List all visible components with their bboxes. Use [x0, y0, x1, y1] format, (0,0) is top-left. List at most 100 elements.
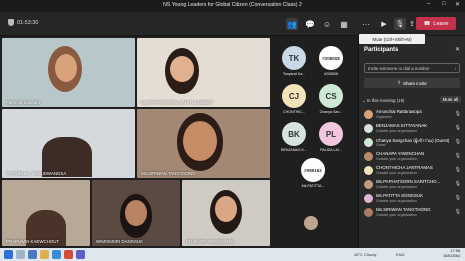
avatar-name: BENJAMAS K... — [281, 148, 307, 152]
self-preview[interactable] — [304, 216, 318, 230]
participant-row[interactable]: Ms.PAPHATSORN SARITCHO... Outside your o… — [359, 178, 465, 192]
avatar — [364, 194, 373, 203]
tile-name: CHANAPA YAWINCHAN — [186, 239, 235, 244]
minimize-icon[interactable]: – — [427, 1, 430, 7]
participant-role: Outside your organization — [376, 157, 417, 161]
video-tile[interactable]: Pornthip Supeath — [2, 38, 135, 107]
participant-name: Amonchai Rattanasopa — [376, 109, 422, 114]
invite-input[interactable]: Invite someone or dial a number › — [364, 63, 460, 73]
participant-row[interactable]: Chanya Sangchan (ผู้เข้าร่วม) (Guest) Gu… — [359, 136, 465, 150]
timer-text: 01:53:30 — [17, 19, 39, 26]
panel-title: Participants — [364, 47, 399, 53]
system-clock[interactable]: 17:58 18/6/2564 — [432, 249, 460, 259]
avatar-tile[interactable]: BK BENJAMAS K... — [279, 122, 309, 152]
video-tile[interactable]: WIMONSIRI DANGSUK — [92, 180, 180, 246]
language-indicator[interactable]: ENG — [396, 252, 405, 257]
participant-name: CHANAPA YAWINCHAN — [376, 151, 425, 156]
windows-start-icon[interactable] — [4, 250, 13, 259]
avatar — [364, 110, 373, 119]
leave-button[interactable]: ☎ Leave — [416, 17, 456, 30]
maximize-icon[interactable]: □ — [442, 1, 446, 7]
file-explorer-icon[interactable] — [40, 250, 49, 259]
share-tray-icon: ⇪ — [409, 21, 415, 28]
mic-button[interactable]: 🎙 — [394, 18, 406, 30]
mic-off-icon: 🎙 — [454, 195, 461, 201]
avatar-initials: CS — [325, 91, 337, 101]
avatar — [364, 166, 373, 175]
in-meeting-header[interactable]: ⌄ In this meeting (15) — [362, 98, 405, 104]
teams-icon[interactable] — [76, 250, 85, 259]
participant-role: Outside your organization — [376, 171, 417, 175]
avatar: BK — [282, 122, 306, 146]
invite-placeholder: Invite someone or dial a number — [368, 65, 430, 71]
participants-button[interactable]: 👥 — [286, 18, 298, 30]
participant-role: Organizer — [376, 115, 392, 119]
smiley-icon: ☺ — [322, 19, 332, 29]
participant-row[interactable]: Ms.SIRIWAN TANGTHONG Outside your organi… — [359, 206, 465, 220]
participant-role: Outside your organization — [376, 213, 417, 217]
clock-date: 18/6/2564 — [443, 254, 460, 258]
avatar-name: #208508 — [324, 72, 338, 76]
avatar-initials: PL — [325, 129, 337, 139]
mute-all-button[interactable]: Mute all — [439, 96, 461, 103]
video-tile[interactable]: CHANAPA YAWINCHAN — [182, 180, 270, 246]
close-window-icon[interactable]: ✕ — [455, 1, 460, 8]
camera-button[interactable]: ▶ — [378, 18, 390, 30]
participant-list: Amonchai Rattanasopa Organizer 🎙 BENJAMA… — [359, 108, 465, 220]
avatar-initials: BK — [288, 129, 300, 139]
mic-off-icon: 🎙 — [454, 111, 461, 117]
window-title: NS Young Leaders for Global Citizen (Con… — [163, 2, 302, 8]
participant-face — [215, 196, 237, 222]
participant-row[interactable]: CHANAPA YAWINCHAN Outside your organizat… — [359, 150, 465, 164]
avatar-tile[interactable]: CJ CHONTHIC... — [279, 84, 309, 114]
chat-button[interactable]: 💬 — [304, 18, 316, 30]
participant-role: Guest — [376, 143, 386, 147]
more-actions-button[interactable]: ··· — [360, 18, 372, 30]
video-tile[interactable]: Ms.PAPHATSORN SARITCHOMBAT — [137, 38, 270, 107]
avatar-tile[interactable]: TK Tanyarat Ka... — [279, 46, 309, 76]
avatar-tile[interactable]: #089162 Ms.PATITTA... — [298, 158, 328, 188]
participant-row[interactable]: Ms.PATITTA SONGSUK Outside your organiza… — [359, 192, 465, 206]
people-icon: 👥 — [287, 19, 297, 29]
task-view-icon[interactable] — [28, 250, 37, 259]
avatar-gallery: TK Tanyarat Ka... #208508 #208508 CJ CHO… — [274, 36, 358, 248]
avatar-name: Ms.PATITTA... — [301, 184, 325, 188]
video-stage: Pornthip Supeath Ms.PAPHATSORN SARITCHOM… — [0, 36, 272, 248]
video-tile[interactable]: Ms.SIRIWAN TANGTHONG — [137, 109, 270, 178]
meeting-toolbar: 01:53:30 👥 💬 ☺ ▦ ··· ▶ 🎙 ⇪ ☎ Leave — [0, 12, 465, 36]
participant-name: Ms.PAPHATSORN SARITCHO... — [376, 179, 441, 184]
avatar-tile[interactable]: #208508 #208508 — [316, 46, 346, 76]
search-icon[interactable] — [16, 250, 25, 259]
close-icon[interactable]: ✕ — [455, 46, 460, 53]
share-icon: ⇧ — [397, 80, 401, 85]
tile-name: PRAIRAVIN KAEWCHOUT — [6, 239, 60, 244]
participant-row[interactable]: Amonchai Rattanasopa Organizer 🎙 — [359, 108, 465, 122]
video-tile[interactable]: PLOYBALIS YUNUDWANGSA — [2, 109, 135, 178]
participant-face — [170, 56, 194, 82]
avatar: PL — [319, 122, 343, 146]
avatar: #208508 — [319, 46, 343, 70]
rooms-button[interactable]: ▦ — [338, 18, 350, 30]
edge-icon[interactable] — [52, 250, 61, 259]
avatar-name: Chanya San... — [319, 110, 343, 114]
avatar-tile[interactable]: CS Chanya San... — [316, 84, 346, 114]
avatar-initials: #208508 — [322, 55, 340, 61]
participant-row[interactable]: BENJAMAS KITTAYANAK Outside your organiz… — [359, 122, 465, 136]
avatar-tile[interactable]: PL PALIDA LAI... — [316, 122, 346, 152]
participant-row[interactable]: CHONTHICHA JANTRAMAS Outside your organi… — [359, 164, 465, 178]
mic-off-icon: 🎙 — [454, 153, 461, 159]
participant-face — [183, 121, 217, 161]
leave-label: Leave — [433, 20, 449, 27]
video-tile[interactable]: PRAIRAVIN KAEWCHOUT — [2, 180, 90, 246]
participant-role: Outside your organization — [376, 199, 417, 203]
share-invite-button[interactable]: ⇧ Share invite — [364, 78, 460, 88]
reactions-button[interactable]: ☺ — [321, 18, 333, 30]
mic-off-icon: 🎙 — [454, 125, 461, 131]
phone-hangup-icon: ☎ — [423, 20, 431, 27]
chrome-icon[interactable] — [64, 250, 73, 259]
weather-widget[interactable]: 26°C Cloudy — [354, 252, 377, 257]
avatar — [364, 138, 373, 147]
participant-name: Ms.SIRIWAN TANGTHONG — [376, 207, 431, 212]
avatar: #089162 — [301, 158, 325, 182]
avatar — [364, 180, 373, 189]
